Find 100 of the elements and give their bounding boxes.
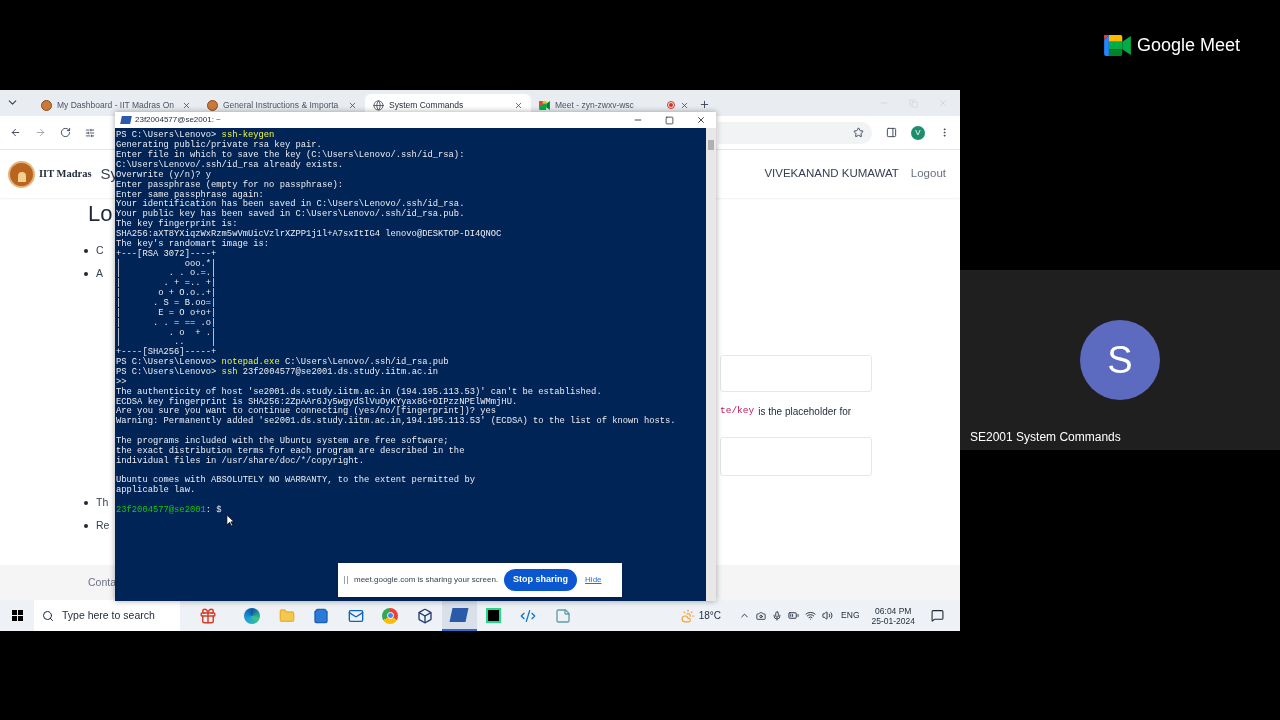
shopping-bag-icon (313, 607, 330, 624)
code-editor-icon (520, 607, 537, 624)
microphone-icon (772, 610, 783, 621)
terminal-line: Generating public/private rsa key pair. (116, 140, 322, 151)
temperature: 18°C (698, 609, 722, 623)
terminal-line: SHA256:aXT8YXiqzWxRzm5wVmUicVzlrXZPP1j1l+A7sxItIG4 lenovo@DESKTOP-DI4QNOC (116, 229, 502, 239)
taskbar-search-field[interactable]: Type here to search (34, 600, 180, 631)
terminal-line: | . . = == .o| (116, 318, 217, 328)
list-item-text: Th (96, 494, 109, 510)
tab-title: My Dashboard - IIT Madras On (57, 98, 175, 112)
profile-avatar[interactable]: V (911, 125, 925, 140)
brand-name: IIT Madras (39, 167, 92, 182)
close-tab-icon[interactable] (182, 100, 191, 110)
input-field[interactable] (720, 355, 872, 392)
terminal-line: | E = O o+o+| (116, 308, 217, 318)
terminal-line: | . + =.. +| (116, 278, 217, 289)
close-tab-icon[interactable] (514, 100, 523, 110)
language-indicator[interactable]: ENG (841, 609, 860, 622)
tab-title: Meet - zyn-zwxv-wsc (555, 98, 635, 112)
list-item-text: Re (96, 517, 110, 533)
search-placeholder: Type here to search (62, 607, 155, 623)
terminal-line: Enter file in which to save the key (C:\Users\Lenovo/.ssh/id_rsa): (116, 150, 465, 161)
folder-icon (278, 607, 295, 624)
terminal-prompt: PS C:\Users\Lenovo> (116, 129, 217, 141)
terminal-icon (120, 116, 132, 124)
terminal-line: The key fingerprint is: (116, 219, 238, 230)
new-tab-icon[interactable] (699, 99, 710, 110)
terminal-line: C:\Users\Lenovo/.ssh/id_rsa already exists. (116, 160, 343, 170)
stop-sharing-button[interactable]: Stop sharing (504, 569, 578, 591)
logo-icon (207, 99, 218, 111)
command-text: ssh-keygen (221, 129, 275, 141)
close-tab-icon[interactable] (680, 100, 689, 110)
terminal-prompt: PS C:\Users\Lenovo> (116, 357, 217, 368)
command-text: notepad.exe (221, 356, 280, 368)
video-camera-icon (1103, 34, 1131, 56)
mouse-cursor-icon (226, 514, 235, 527)
search-icon (42, 609, 54, 622)
globe-icon (373, 99, 384, 111)
terminal-prompt: PS C:\Users\Lenovo> (116, 365, 217, 378)
terminal-line: | ooo.*| (116, 259, 217, 269)
video-camera-icon (539, 100, 550, 110)
notifications-icon[interactable] (931, 609, 944, 622)
terminal-line: applicable law. (116, 485, 196, 496)
terminal-line: Enter passphrase (empty for no passphrase): (116, 180, 343, 190)
volume-icon (822, 610, 834, 621)
list-item-text: A (96, 265, 103, 281)
browser-tab[interactable]: Meet - zyn-zwxv-wsc (531, 94, 697, 116)
shell-prompt-symbol: : $ (205, 504, 222, 517)
close-icon[interactable] (696, 115, 706, 125)
footer-link[interactable]: Conta (88, 574, 117, 591)
note-icon (554, 607, 571, 624)
app-logo-text: Google Meet (1136, 33, 1240, 57)
tab-title: System Commands (389, 98, 465, 112)
browser-tab[interactable]: My Dashboard - IIT Madras On (33, 94, 199, 116)
terminal-line: | . S = B.oo=| (116, 298, 217, 308)
terminal-line: Overwrite (y/n)? y (116, 170, 212, 180)
terminal-line: Warning: Permanently added 'se2001.ds.study.iitm.ac.in,194.195.113.53' (ECDSA) to the list of known hosts. (116, 416, 676, 427)
gift-icon (198, 606, 217, 625)
terminal-line: Enter same passphrase again: (116, 190, 264, 200)
code-ide-icon (486, 608, 502, 623)
close-tab-icon[interactable] (348, 100, 357, 110)
cube-icon (416, 607, 433, 624)
back-icon[interactable] (10, 127, 21, 138)
scrollbar[interactable] (706, 128, 716, 601)
sharing-message: meet.google.com is sharing your screen. (354, 574, 499, 586)
reload-icon[interactable] (60, 127, 71, 138)
terminal-line: The programs included with the Ubuntu system are free software; (116, 436, 449, 446)
shell-prompt-user: 23f2004577@se2001 (116, 504, 206, 517)
weather-icon (680, 608, 695, 623)
clock-time: 06:04 PM (875, 605, 912, 616)
terminal-line: Your public key has been saved in C:\Users\Lenovo/.ssh/id_rsa.pub. (116, 209, 465, 220)
browser-icon (244, 607, 261, 624)
terminal-line: individual files in /usr/share/doc/*/copyright. (116, 456, 365, 467)
hide-link[interactable]: Hide (585, 574, 602, 586)
participant-avatar: S (1080, 320, 1160, 400)
recording-icon (667, 101, 675, 109)
command-text: ssh (221, 366, 238, 379)
bookmark-icon[interactable] (853, 127, 864, 138)
user-name: VIVEKANAND KUMAWAT (764, 166, 899, 182)
terminal-line: Your identification has been saved in C:\Users\Lenovo/.ssh/id_rsa. (116, 200, 465, 210)
terminal-line: | o + O.o..+| (116, 288, 217, 299)
command-argument: 23f2004577@se2001.ds.study.iitm.ac.in (242, 366, 439, 379)
logo-icon (41, 99, 52, 111)
terminal-line: ECDSA key fingerprint is SHA256:2ZpAAr6Jy5wgydSlVuOyKYyax8G+OIPzzNPElWMmjHU. (116, 397, 518, 407)
mail-icon (347, 607, 364, 624)
page-heading: Lo (88, 200, 113, 228)
address-field[interactable] (718, 121, 872, 144)
drag-handle-icon[interactable] (344, 576, 348, 584)
terminal-line: the exact distribution terms for each program are described in the (116, 446, 465, 456)
terminal-icon (449, 607, 469, 622)
logout-link[interactable]: Logout (910, 165, 946, 183)
terminal-line: +---[RSA 3072]----+ (116, 249, 217, 259)
terminal-line: The authenticity of host 'se2001.ds.study.iitm.ac.in (194.195.113.53)' can't be established. (116, 387, 602, 397)
site-info-icon[interactable] (85, 127, 95, 138)
input-field[interactable] (720, 437, 872, 476)
taskbar-app[interactable] (442, 600, 477, 631)
terminal-line: >> (116, 377, 127, 387)
side-panel-icon[interactable] (886, 127, 897, 138)
maximize-icon[interactable] (665, 115, 674, 125)
browser-tab[interactable]: General Instructions & Importa (199, 94, 365, 116)
